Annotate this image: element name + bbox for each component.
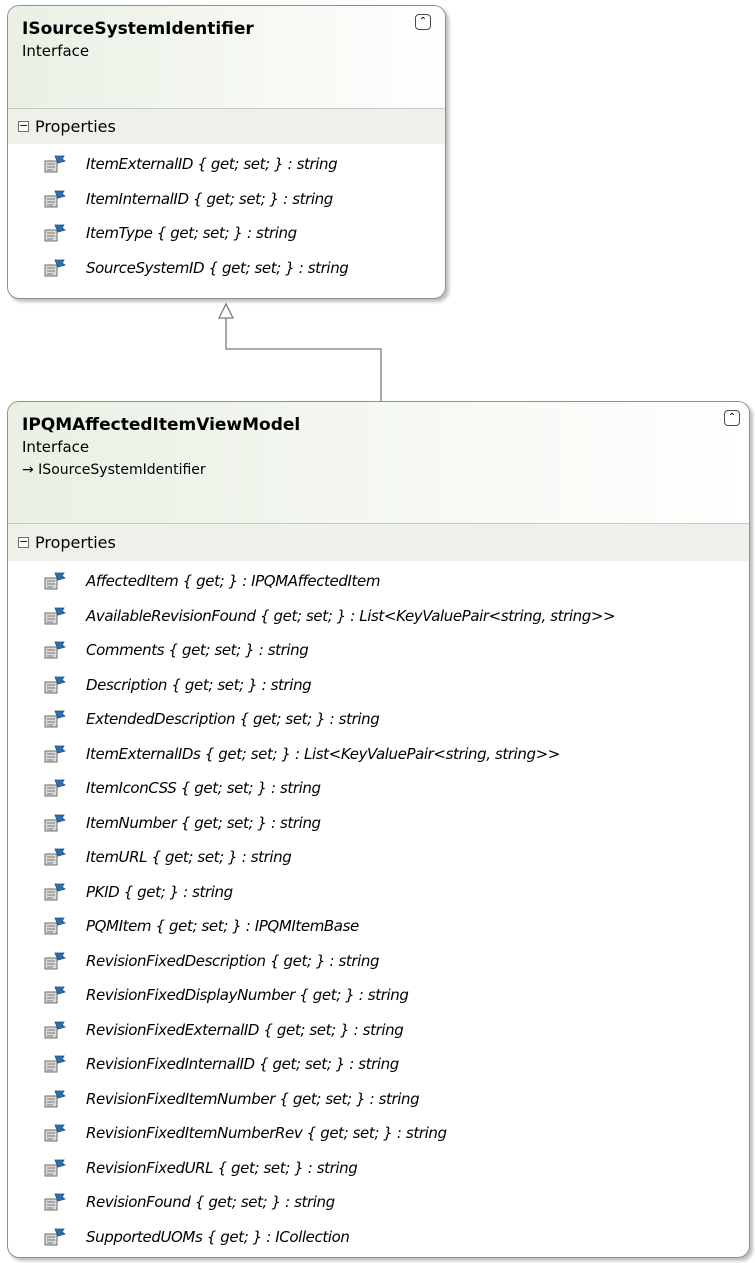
member-list: ItemExternalID { get; set; } : string It… — [8, 144, 445, 285]
property-icon — [44, 155, 66, 173]
double-chevron-up-icon[interactable]: ⌃ — [724, 410, 740, 426]
list-item[interactable]: Description { get; set; } : string — [8, 668, 749, 703]
section-label: Properties — [35, 533, 116, 552]
property-icon — [44, 710, 66, 728]
property-icon — [44, 779, 66, 797]
base-interface-label: → ISourceSystemIdentifier — [22, 462, 206, 478]
list-item[interactable]: ItemInternalID { get; set; } : string — [8, 182, 445, 217]
shape-title: ISourceSystemIdentifier — [22, 19, 254, 39]
list-item[interactable]: RevisionFixedDisplayNumber { get; } : st… — [8, 978, 749, 1013]
list-item[interactable]: AffectedItem { get; } : IPQMAffectedItem — [8, 564, 749, 599]
minus-box-icon[interactable]: − — [18, 120, 29, 132]
double-chevron-up-icon[interactable]: ⌃ — [415, 14, 431, 30]
member-text: ItemIconCSS { get; set; } : string — [86, 779, 321, 798]
list-item[interactable]: SupportedUOMs { get; } : ICollection — [8, 1220, 749, 1255]
list-item[interactable]: RevisionFixedItemNumber { get; set; } : … — [8, 1082, 749, 1117]
member-text: RevisionFound { get; set; } : string — [86, 1193, 335, 1212]
property-icon — [44, 1021, 66, 1039]
member-text: ItemExternalID { get; set; } : string — [86, 155, 338, 174]
property-icon — [44, 1193, 66, 1211]
member-text: ItemInternalID { get; set; } : string — [86, 189, 333, 208]
class-shape-isourcesystemidentifier[interactable]: ISourceSystemIdentifier Interface ⌃ − Pr… — [7, 5, 446, 299]
member-text: RevisionFixedExternalID { get; set; } : … — [86, 1020, 404, 1039]
member-text: SourceSystemID { get; set; } : string — [86, 258, 349, 277]
properties-section-header[interactable]: − Properties — [8, 108, 445, 144]
list-item[interactable]: ItemNumber { get; set; } : string — [8, 806, 749, 841]
property-icon — [44, 190, 66, 208]
member-text: ItemExternalIDs { get; set; } : List<Key… — [86, 744, 560, 763]
member-text: PKID { get; } : string — [86, 882, 233, 901]
property-icon — [44, 745, 66, 763]
property-icon — [44, 1124, 66, 1142]
list-item[interactable]: RevisionFixedURL { get; set; } : string — [8, 1151, 749, 1186]
list-item[interactable]: ItemURL { get; set; } : string — [8, 840, 749, 875]
property-icon — [44, 572, 66, 590]
list-item[interactable]: RevisionFixedInternalID { get; set; } : … — [8, 1047, 749, 1082]
property-icon — [44, 676, 66, 694]
member-text: RevisionFixedDescription { get; } : stri… — [86, 951, 380, 970]
member-text: RevisionFixedItemNumberRev { get; set; }… — [86, 1124, 447, 1143]
shape-header: IPQMAffectedItemViewModel Interface → IS… — [8, 402, 749, 523]
list-item[interactable]: ItemType { get; set; } : string — [8, 216, 445, 251]
property-icon — [44, 883, 66, 901]
property-icon — [44, 814, 66, 832]
member-text: RevisionFixedURL { get; set; } : string — [86, 1158, 358, 1177]
property-icon — [44, 607, 66, 625]
inheritance-arrow-icon — [217, 302, 235, 319]
property-icon — [44, 224, 66, 242]
property-icon — [44, 259, 66, 277]
list-item[interactable]: ExtendedDescription { get; set; } : stri… — [8, 702, 749, 737]
member-text: ItemNumber { get; set; } : string — [86, 813, 321, 832]
member-text: PQMItem { get; set; } : IPQMItemBase — [86, 917, 359, 936]
property-icon — [44, 952, 66, 970]
list-item[interactable]: PKID { get; } : string — [8, 875, 749, 910]
list-item[interactable]: ItemIconCSS { get; set; } : string — [8, 771, 749, 806]
section-label: Properties — [35, 117, 116, 136]
property-icon — [44, 917, 66, 935]
list-item[interactable]: AvailableRevisionFound { get; set; } : L… — [8, 599, 749, 634]
member-text: ItemURL { get; set; } : string — [86, 848, 292, 867]
member-text: RevisionFixedDisplayNumber { get; } : st… — [86, 986, 409, 1005]
shape-header: ISourceSystemIdentifier Interface ⌃ — [8, 6, 445, 108]
member-text: SupportedUOMs { get; } : ICollection — [86, 1227, 350, 1246]
property-icon — [44, 1159, 66, 1177]
property-icon — [44, 986, 66, 1004]
list-item[interactable]: RevisionFixedItemNumberRev { get; set; }… — [8, 1116, 749, 1151]
property-icon — [44, 641, 66, 659]
minus-box-icon[interactable]: − — [18, 536, 29, 548]
member-text: AffectedItem { get; } : IPQMAffectedItem — [86, 572, 381, 591]
list-item[interactable]: ItemExternalIDs { get; set; } : List<Key… — [8, 737, 749, 772]
member-text: AvailableRevisionFound { get; set; } : L… — [86, 606, 616, 625]
shape-title: IPQMAffectedItemViewModel — [22, 415, 301, 435]
list-item[interactable]: SourceSystemID { get; set; } : string — [8, 251, 445, 286]
member-text: RevisionFixedInternalID { get; set; } : … — [86, 1055, 399, 1074]
list-item[interactable]: RevisionFixedDescription { get; } : stri… — [8, 944, 749, 979]
property-icon — [44, 1055, 66, 1073]
member-text: Comments { get; set; } : string — [86, 641, 309, 660]
list-item[interactable]: ItemExternalID { get; set; } : string — [8, 147, 445, 182]
list-item[interactable]: Comments { get; set; } : string — [8, 633, 749, 668]
shape-stereotype: Interface — [22, 438, 90, 456]
properties-section-header[interactable]: − Properties — [8, 523, 749, 561]
class-shape-ipqmaffecteditemviewmodel[interactable]: IPQMAffectedItemViewModel Interface → IS… — [7, 401, 750, 1258]
property-icon — [44, 848, 66, 866]
member-text: RevisionFixedItemNumber { get; set; } : … — [86, 1089, 420, 1108]
member-text: Description { get; set; } : string — [86, 675, 312, 694]
member-list: AffectedItem { get; } : IPQMAffectedItem… — [8, 561, 749, 1254]
shape-stereotype: Interface — [22, 42, 90, 60]
property-icon — [44, 1090, 66, 1108]
list-item[interactable]: PQMItem { get; set; } : IPQMItemBase — [8, 909, 749, 944]
member-text: ExtendedDescription { get; set; } : stri… — [86, 710, 380, 729]
property-icon — [44, 1228, 66, 1246]
member-text: ItemType { get; set; } : string — [86, 224, 297, 243]
list-item[interactable]: RevisionFound { get; set; } : string — [8, 1185, 749, 1220]
list-item[interactable]: RevisionFixedExternalID { get; set; } : … — [8, 1013, 749, 1048]
